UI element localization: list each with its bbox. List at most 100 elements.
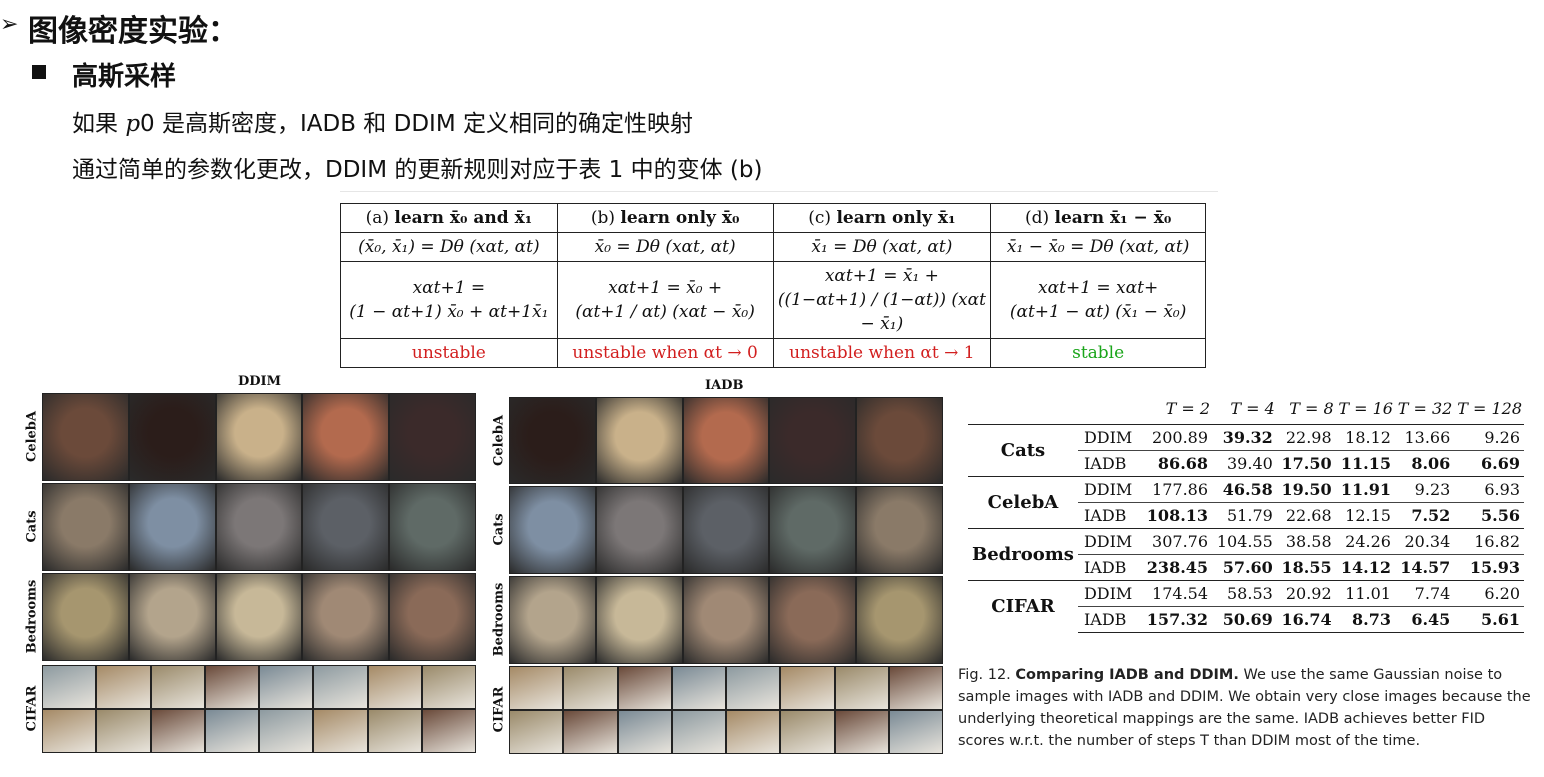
iadb-row-label: CelebA <box>491 414 507 466</box>
ddim-image-tile <box>389 573 476 661</box>
fid-value: 46.58 <box>1212 475 1277 502</box>
fid-value: 22.98 <box>1276 423 1336 450</box>
ddim-image-tile <box>150 709 205 753</box>
fid-value: 6.69 <box>1454 449 1524 476</box>
iadb-image-tile <box>509 576 596 664</box>
fid-value: 5.56 <box>1454 501 1524 528</box>
variant-d-stability: stable <box>990 338 1206 368</box>
ddim-image-tile <box>96 709 151 753</box>
fid-value: 8.73 <box>1335 605 1395 633</box>
fid-value: 8.06 <box>1394 449 1455 476</box>
iadb-image-tile <box>780 710 835 754</box>
ddim-row-label: CelebA <box>24 411 40 463</box>
ddim-image-tile <box>128 483 216 571</box>
step-header: T = 2 <box>1165 399 1211 419</box>
iadb-image-tile <box>834 666 889 710</box>
fid-value: 39.32 <box>1212 423 1277 450</box>
ddim-image-tile <box>313 709 368 753</box>
variant-a-param: (x̄₀, x̄₁) = Dθ (xαt, αt) <box>340 232 558 262</box>
variant-c-header: (c) learn only x̄₁ <box>772 203 992 233</box>
method-label: DDIM <box>1077 579 1142 606</box>
ddim-image-tile <box>128 573 216 661</box>
ddim-row-label: Cats <box>24 510 40 543</box>
fid-value: 11.15 <box>1335 449 1395 476</box>
iadb-image-tile <box>856 397 943 484</box>
variant-c-param: x̄₁ = Dθ (xαt, αt) <box>772 232 992 262</box>
dataset-label: CIFAR <box>968 579 1078 632</box>
iadb-image-tile <box>595 397 683 484</box>
results-row-ddim: Cats DDIM 200.89 39.32 22.98 18.12 13.66 9.26 <box>968 423 1524 476</box>
figure-caption: Fig. 12. Comparing IADB and DDIM. We use… <box>958 664 1534 752</box>
fid-value: 86.68 <box>1141 449 1213 476</box>
ddim-image-tile <box>42 709 97 753</box>
text-line-2: 通过简单的参数化更改，DDIM 的更新规则对应于表 1 中的变体 (b) <box>72 157 763 183</box>
fid-value: 12.15 <box>1335 501 1395 528</box>
variant-stability-row: unstable unstable when αt → 0 unstable w… <box>340 338 1206 368</box>
fid-value: 7.52 <box>1394 501 1455 528</box>
ddim-image-tile <box>128 393 216 481</box>
ddim-image-tile <box>150 665 205 709</box>
ddim-image-tile <box>302 573 390 661</box>
ddim-image-tile <box>96 665 151 709</box>
method-label: DDIM <box>1077 475 1142 502</box>
step-header: T = 4 <box>1230 399 1275 419</box>
fid-value: 58.53 <box>1212 579 1277 606</box>
iadb-image-tile <box>769 397 857 484</box>
ddim-image-tile <box>204 709 259 753</box>
fid-value: 6.20 <box>1454 579 1524 606</box>
fid-value: 18.55 <box>1276 553 1336 580</box>
results-row-ddim: CelebA DDIM 177.86 46.58 19.50 11.91 9.23 6.93 <box>968 475 1524 528</box>
iadb-image-tile <box>726 666 781 710</box>
ddim-image-tile <box>42 573 129 661</box>
fid-value: 13.66 <box>1394 423 1455 450</box>
iadb-image-tile <box>563 666 618 710</box>
fid-value: 14.12 <box>1335 553 1395 580</box>
variant-c-update: xαt+1 = x̄₁ + ((1−αt+1) / (1−αt)) (xαt − … <box>772 261 992 339</box>
variant-b-header: (b) learn only x̄₀ <box>556 203 774 233</box>
fid-value: 50.69 <box>1212 605 1277 633</box>
iadb-image-tile <box>888 666 943 710</box>
fid-value: 16.82 <box>1454 527 1524 554</box>
fid-value: 51.79 <box>1212 501 1277 528</box>
fid-value: 22.68 <box>1276 501 1336 528</box>
fid-value: 6.93 <box>1454 475 1524 502</box>
caption-bold: Comparing IADB and DDIM. <box>1015 667 1239 683</box>
fid-value: 177.86 <box>1141 475 1213 502</box>
iadb-image-tile <box>563 710 618 754</box>
iadb-image-tile <box>671 666 726 710</box>
ddim-image-tile <box>259 709 314 753</box>
iadb-image-tile <box>595 576 683 664</box>
iadb-image-tile <box>682 397 770 484</box>
method-label: IADB <box>1077 605 1142 633</box>
variant-a-header: (a) learn x̄₀ and x̄₁ <box>340 203 558 233</box>
ddim-image-tile <box>367 665 422 709</box>
fid-value: 38.58 <box>1276 527 1336 554</box>
line1-prefix: 如果 <box>72 111 126 137</box>
ddim-image-tile <box>42 483 129 571</box>
text-line-1: 如果 p0 是高斯密度，IADB 和 DDIM 定义相同的确定性映射 <box>72 104 693 138</box>
variant-update-row: xαt+1 = (1 − αt+1) x̄₀ + αt+1x̄₁ xαt+1 = … <box>340 261 1206 339</box>
iadb-image-tile <box>888 710 943 754</box>
ddim-image-tile <box>215 393 303 481</box>
step-header: T = 16 <box>1338 399 1393 419</box>
fid-value: 307.76 <box>1141 527 1213 554</box>
step-header: T = 32 <box>1397 399 1453 419</box>
fid-value: 14.57 <box>1394 553 1455 580</box>
arrow-bullet-icon: ➢ <box>0 12 19 37</box>
iadb-row-label: Bedrooms <box>491 582 507 657</box>
dataset-label: Cats <box>968 423 1078 476</box>
fid-value: 7.74 <box>1394 579 1455 606</box>
fid-value: 5.61 <box>1454 605 1524 633</box>
iadb-image-tile <box>856 576 943 664</box>
ddim-image-tile <box>42 665 97 709</box>
ddim-image-tile <box>421 665 476 709</box>
dataset-label: Bedrooms <box>968 527 1078 580</box>
iadb-image-tile <box>509 397 596 484</box>
variant-c-stability: unstable when αt → 1 <box>772 338 992 368</box>
ddim-image-tile <box>302 483 390 571</box>
iadb-image-tile <box>834 710 889 754</box>
ddim-image-tile <box>42 393 129 481</box>
fid-value: 19.50 <box>1276 475 1336 502</box>
iadb-image-tile <box>769 576 857 664</box>
iadb-image-tile <box>509 666 564 710</box>
